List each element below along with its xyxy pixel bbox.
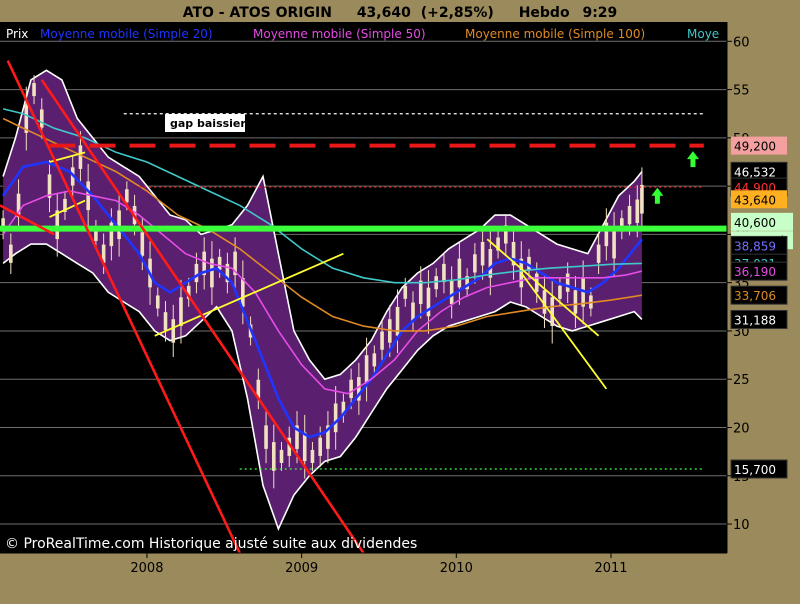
y-tick-label-10: 10 — [733, 518, 750, 533]
title-last: 43,640 — [357, 5, 411, 21]
chart-title: ATO - ATOS ORIGIN 43,640 (+2,85%) Hebdo … — [183, 5, 618, 21]
price-badge-11: 15,700 — [734, 463, 776, 477]
price-candle — [434, 276, 438, 290]
price-candle — [550, 297, 555, 326]
price-candle — [310, 449, 315, 463]
price-candle — [217, 256, 222, 270]
price-badge-1: 46,532 — [734, 165, 776, 179]
chart: gap baissier ATO - ATOS ORIGIN 43,640 (+… — [0, 0, 800, 600]
price-candle — [449, 280, 454, 305]
x-tick-label-2011: 2011 — [594, 561, 627, 576]
price-candle — [473, 254, 477, 273]
title-change: (+2,85%) — [421, 5, 494, 21]
price-badge-4: 40,600 — [734, 216, 776, 230]
price-candle — [163, 312, 168, 331]
y-tick-label-25: 25 — [733, 373, 750, 388]
price-candle — [140, 232, 145, 256]
price-candle — [194, 263, 199, 283]
price-candle — [380, 331, 384, 350]
x-tick-label-2009: 2009 — [285, 561, 318, 576]
price-candle — [9, 244, 13, 263]
price-candle — [179, 297, 183, 326]
price-candle — [155, 295, 160, 309]
price-candle — [117, 210, 121, 240]
price-candle — [349, 379, 353, 398]
legend-item-4: Moye — [687, 27, 719, 41]
price-candle — [457, 258, 462, 288]
price-candle — [372, 353, 377, 367]
price-candle — [565, 273, 570, 292]
price-candle — [364, 355, 369, 384]
price-badge-9: 33,706 — [734, 289, 776, 303]
price-candle — [558, 285, 562, 299]
y-tick-label-60: 60 — [733, 35, 750, 50]
price-candle — [318, 437, 322, 456]
price-candle — [573, 290, 578, 314]
annotation-label: gap baissier — [170, 117, 246, 130]
price-candle — [488, 249, 493, 278]
price-candle — [403, 285, 408, 299]
watermark: © ProRealTime.com Historique ajusté suit… — [5, 536, 417, 552]
legend: Prix Moyenne mobile (Simple 20) Moyenne mo… — [6, 27, 719, 41]
price-badge-10: 31,188 — [734, 313, 776, 327]
y-tick-label-20: 20 — [733, 421, 750, 436]
price-candle — [32, 83, 36, 97]
x-tick-label-2010: 2010 — [440, 561, 473, 576]
x-tick-label-2008: 2008 — [130, 561, 163, 576]
title-period: Hebdo — [519, 5, 570, 21]
price-candle — [271, 442, 276, 471]
price-candle — [612, 229, 616, 259]
y-tick-label-55: 55 — [733, 84, 750, 99]
price-candle — [418, 280, 423, 305]
legend-item-2: Moyenne mobile (Simple 50) — [253, 27, 426, 41]
price-candle — [39, 109, 44, 128]
price-badge-0: 49,200 — [734, 140, 776, 154]
legend-item-1: Moyenne mobile (Simple 20) — [40, 27, 213, 41]
chart-svg: gap baissier ATO - ATOS ORIGIN 43,640 (+… — [0, 0, 800, 600]
title-symbol: ATO - ATOS ORIGIN — [183, 5, 332, 21]
annotation-box: gap baissier — [165, 114, 246, 132]
price-candle — [480, 241, 485, 266]
price-candle — [264, 425, 268, 449]
price-candle — [241, 277, 245, 307]
price-candle — [333, 403, 338, 433]
price-candle — [627, 205, 632, 225]
price-badge-8: 36,190 — [734, 265, 776, 279]
legend-item-3: Moyenne mobile (Simple 100) — [465, 27, 645, 41]
price-badge-6: 38,859 — [734, 239, 776, 253]
price-candle — [125, 189, 129, 203]
title-time: 9:29 — [582, 5, 617, 21]
price-candle — [171, 319, 176, 343]
price-candle — [442, 263, 446, 283]
price-candle — [78, 145, 83, 169]
price-candle — [302, 432, 307, 462]
price-candle — [279, 449, 284, 463]
price-candle — [640, 184, 644, 214]
legend-item-0: Prix — [6, 27, 28, 41]
price-candle — [635, 199, 640, 223]
price-candle — [596, 244, 601, 263]
price-badge-3: 43,640 — [734, 193, 776, 207]
